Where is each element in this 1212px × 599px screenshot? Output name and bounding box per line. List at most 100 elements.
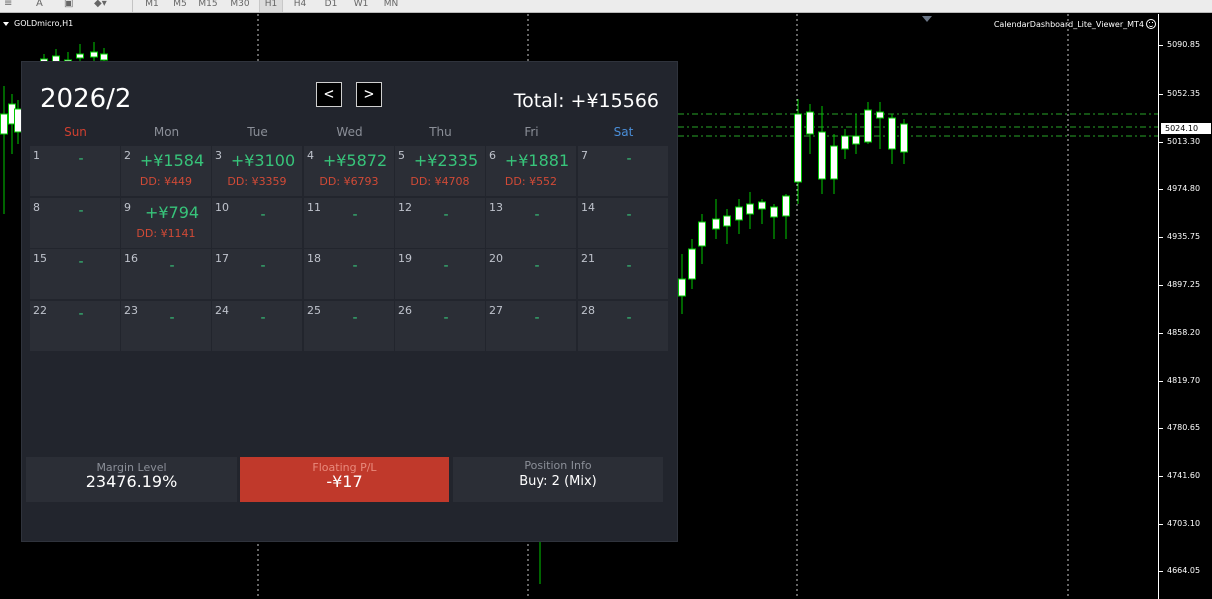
candle-body	[830, 145, 838, 180]
day-profit: -	[169, 258, 175, 274]
price-level-label: 4858.20	[1167, 328, 1201, 337]
day-profit: -	[352, 258, 358, 274]
calendar-day-cell[interactable]: 24-	[212, 301, 302, 351]
calendar-day-cell[interactable]: 4 +¥5872 DD: ¥6793	[304, 146, 394, 196]
ea-status-smiley-icon[interactable]	[1146, 19, 1156, 29]
candle-body	[0, 113, 8, 135]
calendar-day-cell[interactable]: 27-	[486, 301, 576, 351]
price-level-label: 5013.30	[1167, 137, 1201, 146]
day-profit: -	[626, 258, 632, 274]
candle-body	[818, 131, 826, 180]
candle-body	[864, 109, 872, 143]
candle-body	[746, 203, 754, 215]
day-profit: +¥5872	[322, 151, 388, 170]
price-tick	[1159, 476, 1163, 477]
day-drawdown: DD: ¥3359	[227, 175, 287, 188]
text-tool-button[interactable]: A	[36, 0, 43, 11]
candle-body	[852, 135, 860, 145]
day-number: 6	[489, 149, 496, 162]
day-profit: +¥1881	[504, 151, 570, 170]
calendar-day-cell[interactable]: 13-	[486, 198, 576, 248]
calendar-day-cell[interactable]: 10-	[212, 198, 302, 248]
day-number: 2	[124, 149, 131, 162]
calendar-day-cell[interactable]: 18-	[304, 249, 394, 299]
arrow-tool-icon[interactable]: ◆▾	[94, 0, 107, 11]
symbol-collapse-icon[interactable]	[3, 22, 9, 26]
calendar-day-cell[interactable]: 22-	[30, 301, 120, 351]
candle-body	[770, 206, 778, 218]
symbol-label: GOLDmicro,H1	[14, 19, 74, 28]
calendar-day-cell[interactable]: 14-	[578, 198, 668, 248]
margin-level-box: Margin Level 23476.19%	[26, 457, 237, 502]
price-level-label: 5090.85	[1167, 40, 1201, 49]
calendar-day-cell[interactable]: 25-	[304, 301, 394, 351]
calendar-day-cell[interactable]: 2 +¥1584 DD: ¥449	[121, 146, 211, 196]
price-axis[interactable]: 5090.85 5052.35 5013.30 4974.80 4935.75 4897.…	[1158, 14, 1212, 599]
calendar-day-cell[interactable]: 3 +¥3100 DD: ¥3359	[212, 146, 302, 196]
calendar-day-cell[interactable]: 12-	[395, 198, 485, 248]
calendar-day-cell[interactable]: 1-	[30, 146, 120, 196]
day-profit: -	[78, 254, 84, 270]
candle-body	[841, 135, 849, 150]
candle-body	[876, 111, 884, 119]
weekday-wed: Wed	[336, 125, 363, 139]
calendar-day-cell[interactable]: 17-	[212, 249, 302, 299]
prev-month-button[interactable]: <	[316, 82, 342, 107]
day-profit: -	[78, 203, 84, 219]
calendar-day-cell[interactable]: 8-	[30, 198, 120, 248]
weekday-fri: Fri	[524, 125, 539, 139]
day-profit: -	[352, 207, 358, 223]
day-drawdown: DD: ¥1141	[136, 227, 196, 240]
position-info-box: Position Info Buy: 2 (Mix)	[453, 457, 663, 502]
price-tick	[1159, 45, 1163, 46]
floating-pl-value: -¥17	[326, 472, 363, 491]
next-month-button[interactable]: >	[356, 82, 382, 107]
timeframe-h4-button[interactable]: H4	[288, 0, 312, 12]
day-profit: -	[78, 306, 84, 322]
price-tick	[1159, 381, 1163, 382]
timeframe-m5-button[interactable]: M5	[168, 0, 192, 12]
label-tool-icon[interactable]: ▣	[64, 0, 73, 11]
day-profit: -	[443, 310, 449, 326]
calendar-day-cell[interactable]: 6 +¥1881 DD: ¥552	[486, 146, 576, 196]
day-profit: -	[260, 258, 266, 274]
calendar-day-cell[interactable]: 5 +¥2335 DD: ¥4708	[395, 146, 485, 196]
calendar-day-cell[interactable]: 21-	[578, 249, 668, 299]
price-tick	[1159, 333, 1163, 334]
calendar-day-cell[interactable]: 7-	[578, 146, 668, 196]
chart-shift-marker-icon[interactable]	[922, 16, 932, 22]
timeframe-m15-button[interactable]: M15	[196, 0, 220, 12]
line-tool-icon[interactable]: ≡	[4, 0, 12, 11]
calendar-day-cell[interactable]: 9 +¥794 DD: ¥1141	[121, 198, 211, 248]
price-level-label: 4974.80	[1167, 184, 1201, 193]
position-info-value: Buy: 2 (Mix)	[519, 474, 597, 489]
timeframe-d1-button[interactable]: D1	[319, 0, 343, 12]
calendar-day-cell[interactable]: 11-	[304, 198, 394, 248]
day-profit: -	[626, 310, 632, 326]
day-number: 7	[581, 149, 588, 162]
timeframe-m30-button[interactable]: M30	[228, 0, 252, 12]
timeframe-h1-button[interactable]: H1	[259, 0, 283, 12]
calendar-day-cell[interactable]: 15-	[30, 249, 120, 299]
timeframe-m1-button[interactable]: M1	[140, 0, 164, 12]
calendar-day-cell[interactable]: 16-	[121, 249, 211, 299]
weekday-sat: Sat	[613, 125, 634, 139]
calendar-day-cell[interactable]: 19-	[395, 249, 485, 299]
day-profit: +¥794	[144, 203, 200, 222]
day-profit: -	[626, 151, 632, 167]
total-profit: Total: +¥15566	[513, 90, 659, 112]
day-profit: -	[626, 207, 632, 223]
timeframe-mn-button[interactable]: MN	[379, 0, 403, 12]
timeframe-w1-button[interactable]: W1	[349, 0, 373, 12]
day-profit: +¥3100	[230, 151, 296, 170]
weekday-tue: Tue	[247, 125, 268, 139]
calendar-day-cell[interactable]: 28-	[578, 301, 668, 351]
day-number: 5	[398, 149, 405, 162]
day-number: 1	[33, 149, 40, 162]
calendar-day-cell[interactable]: 20-	[486, 249, 576, 299]
calendar-day-cell[interactable]: 23-	[121, 301, 211, 351]
calendar-day-cell[interactable]: 26-	[395, 301, 485, 351]
day-number: 4	[307, 149, 314, 162]
day-profit: -	[443, 258, 449, 274]
floating-pl-box: Floating P/L -¥17	[240, 457, 449, 502]
